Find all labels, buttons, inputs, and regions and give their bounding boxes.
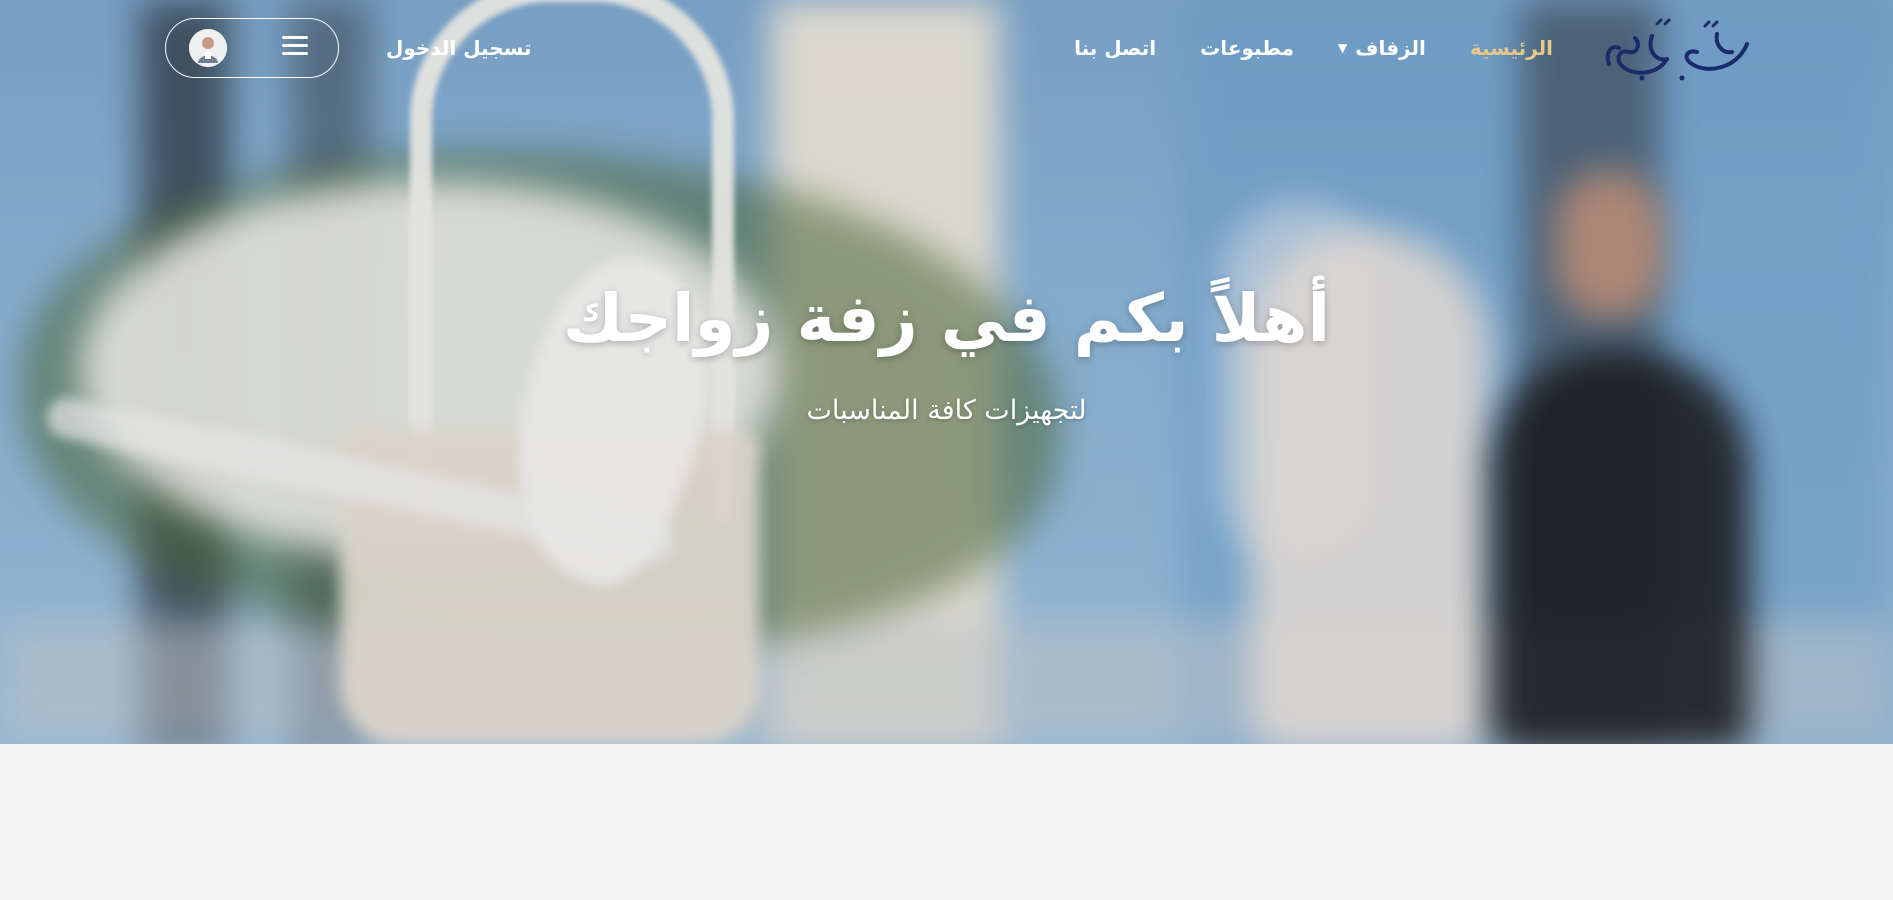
nav-item-label: الرئيسية <box>1469 36 1553 60</box>
hero-subtitle: لتجهيزات كافة المناسبات <box>806 395 1087 426</box>
account-menu-button[interactable] <box>165 18 339 78</box>
nav-item-wedding[interactable]: الزفاف ▼ <box>1316 36 1448 60</box>
hero-text: أهلاً بكم في زفة زواجك لتجهيزات كافة الم… <box>0 280 1893 426</box>
nav-item-home[interactable]: الرئيسية <box>1448 36 1575 60</box>
nav-item-contact[interactable]: اتصل بنا <box>1052 36 1178 60</box>
hero-title: أهلاً بكم في زفة زواجك <box>562 280 1331 357</box>
content-area <box>0 744 1893 900</box>
avatar <box>189 29 227 67</box>
nav-item-label: مطبوعات <box>1200 36 1294 60</box>
hamburger-icon[interactable] <box>282 33 308 59</box>
hero-section: الرئيسية الزفاف ▼ مطبوعات اتصل بنا تسجيل… <box>0 0 1893 744</box>
nav-item-prints[interactable]: مطبوعات <box>1178 36 1316 60</box>
user-avatar-icon <box>189 29 227 67</box>
chevron-down-icon: ▼ <box>1337 41 1348 55</box>
logo-calligraphy-icon <box>1605 18 1749 81</box>
main-navbar: الرئيسية الزفاف ▼ مطبوعات اتصل بنا تسجيل… <box>0 0 1893 100</box>
nav-item-label: اتصل بنا <box>1074 36 1157 60</box>
site-logo[interactable] <box>1597 14 1755 84</box>
login-link[interactable]: تسجيل الدخول <box>386 36 531 60</box>
nav-item-label: الزفاف <box>1355 36 1426 60</box>
nav-menu: الرئيسية الزفاف ▼ مطبوعات اتصل بنا <box>1052 36 1575 60</box>
